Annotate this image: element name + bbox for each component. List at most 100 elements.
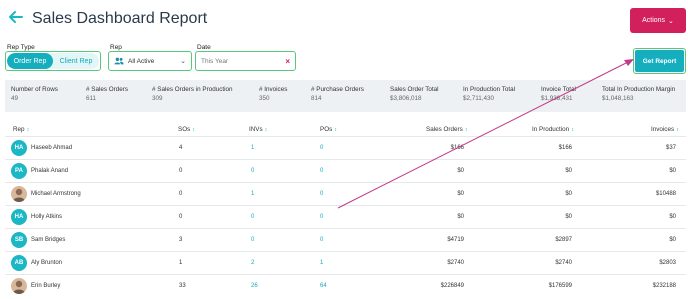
column-header-sos[interactable]: SOs ↕ bbox=[178, 126, 195, 133]
users-icon bbox=[114, 57, 124, 65]
cell-in-production: $0 bbox=[565, 214, 572, 220]
cell-pos[interactable]: 0 bbox=[320, 137, 323, 159]
sort-icon: ↕ bbox=[26, 127, 30, 133]
page-header: Sales Dashboard Report Actions ⌄ bbox=[0, 0, 688, 42]
cell-pos[interactable]: 0 bbox=[320, 160, 323, 182]
rep-name[interactable]: Holly Atkins bbox=[31, 206, 62, 228]
stat-purchase-orders: # Purchase Orders 814 bbox=[311, 86, 364, 102]
cell-pos[interactable]: 1 bbox=[320, 252, 323, 274]
avatar: AB bbox=[11, 255, 27, 271]
avatar bbox=[11, 278, 27, 294]
avatar bbox=[11, 186, 27, 202]
cell-invoices: $0 bbox=[669, 168, 676, 174]
stat-total-in-production-margin: Total In Production Margin $1,048,163 bbox=[602, 86, 676, 102]
column-header-invs[interactable]: INVs ↕ bbox=[249, 126, 267, 133]
table-row[interactable]: HA Holly Atkins 0 0 0 $0 $0 $0 bbox=[5, 205, 686, 227]
rep-select-value: All Active bbox=[128, 57, 155, 65]
back-arrow-icon[interactable] bbox=[8, 9, 24, 25]
sort-icon: ↕ bbox=[464, 127, 468, 133]
cell-invs[interactable]: 1 bbox=[251, 137, 254, 159]
client-rep-option[interactable]: Client Rep bbox=[53, 53, 99, 69]
clear-icon[interactable]: × bbox=[285, 57, 290, 66]
cell-invs[interactable]: 1 bbox=[251, 183, 254, 205]
cell-in-production: $2740 bbox=[555, 260, 572, 266]
order-rep-option[interactable]: Order Rep bbox=[7, 53, 53, 69]
cell-invoices: $232188 bbox=[652, 283, 676, 289]
cell-in-production: $0 bbox=[565, 191, 572, 197]
cell-sos: 1 bbox=[179, 260, 183, 266]
cell-sos: 0 bbox=[179, 191, 183, 197]
cell-invoices: $10488 bbox=[655, 191, 676, 197]
cell-pos[interactable]: 0 bbox=[320, 229, 323, 251]
avatar: SB bbox=[11, 232, 27, 248]
stat-invoice-total: Invoice Total $1,938,431 bbox=[541, 86, 576, 102]
cell-sales-orders: $4719 bbox=[447, 237, 464, 243]
table-row[interactable]: Erin Burley 33 26 64 $226849 $176599 $232188 bbox=[5, 274, 686, 296]
stat-sales-orders: # Sales Orders 611 bbox=[86, 86, 128, 102]
column-header-pos[interactable]: POs ↕ bbox=[320, 126, 337, 133]
stat-sales-orders-in-production: # Sales Orders in Production 309 bbox=[152, 86, 233, 102]
actions-label: Actions bbox=[642, 17, 666, 24]
chevron-down-icon: ⌄ bbox=[180, 58, 186, 65]
cell-invs[interactable]: 26 bbox=[251, 275, 258, 297]
rep-name[interactable]: Erin Burley bbox=[31, 275, 60, 297]
table-row[interactable]: HA Haseeb Ahmad 4 1 0 $166 $166 $37 bbox=[5, 136, 686, 158]
column-header-in-production[interactable]: In Production ↕ bbox=[532, 126, 574, 133]
cell-in-production: $0 bbox=[565, 168, 572, 174]
column-header-invoices[interactable]: Invoices ↕ bbox=[651, 126, 679, 133]
cell-invs[interactable]: 0 bbox=[251, 229, 254, 251]
rep-name[interactable]: Michael Armstrong bbox=[31, 183, 81, 205]
column-header-sales-orders[interactable]: Sales Orders ↕ bbox=[426, 126, 468, 133]
cell-pos[interactable]: 0 bbox=[320, 206, 323, 228]
cell-invs[interactable]: 0 bbox=[251, 206, 254, 228]
date-input[interactable]: This Year × bbox=[195, 51, 296, 71]
chevron-down-icon: ⌄ bbox=[668, 17, 674, 25]
cell-sales-orders: $2740 bbox=[447, 260, 464, 266]
actions-button[interactable]: Actions ⌄ bbox=[630, 8, 686, 33]
table-row[interactable]: AB Aly Brunton 1 2 1 $2740 $2740 $2803 bbox=[5, 251, 686, 273]
cell-in-production: $166 bbox=[558, 145, 572, 151]
cell-sales-orders: $226849 bbox=[440, 283, 464, 289]
cell-pos[interactable]: 0 bbox=[320, 183, 323, 205]
avatar: PA bbox=[11, 163, 27, 179]
cell-sos: 33 bbox=[179, 283, 186, 289]
stat-sales-order-total: Sales Order Total $3,806,018 bbox=[390, 86, 439, 102]
rep-name[interactable]: Aly Brunton bbox=[31, 252, 62, 274]
rep-name[interactable]: Sam Bridges bbox=[31, 229, 65, 251]
cell-sales-orders: $166 bbox=[450, 145, 464, 151]
date-label: Date bbox=[197, 44, 211, 51]
get-report-button[interactable]: Get Report bbox=[635, 50, 684, 72]
avatar: HA bbox=[11, 140, 27, 156]
cell-pos[interactable]: 64 bbox=[320, 275, 327, 297]
table-row[interactable]: Michael Armstrong 0 1 0 $0 $0 $10488 bbox=[5, 182, 686, 204]
page-title: Sales Dashboard Report bbox=[32, 10, 208, 27]
sort-icon: ↕ bbox=[334, 127, 337, 133]
rep-type-label: Rep Type bbox=[7, 44, 35, 51]
cell-sales-orders: $0 bbox=[457, 191, 464, 197]
cell-in-production: $176599 bbox=[548, 283, 572, 289]
rep-select[interactable]: All Active ⌄ bbox=[108, 51, 192, 71]
stat-in-production-total: In Production Total $2,711,430 bbox=[463, 86, 516, 102]
summary-stats: Number of Rows 49 # Sales Orders 611 # Sal… bbox=[5, 80, 686, 112]
cell-sos: 0 bbox=[179, 214, 183, 220]
rep-name[interactable]: Phalak Anand bbox=[31, 160, 68, 182]
stat-number-of-rows: Number of Rows 49 bbox=[11, 86, 58, 102]
cell-invoices: $0 bbox=[669, 214, 676, 220]
cell-invs[interactable]: 0 bbox=[251, 160, 254, 182]
column-header-rep[interactable]: Rep ↕ bbox=[13, 126, 29, 133]
cell-invoices: $0 bbox=[669, 237, 676, 243]
cell-invoices: $2803 bbox=[659, 260, 676, 266]
cell-sos: 3 bbox=[179, 237, 183, 243]
cell-sos: 4 bbox=[179, 145, 183, 151]
date-input-value: This Year bbox=[201, 57, 229, 65]
cell-invs[interactable]: 2 bbox=[251, 252, 254, 274]
sort-icon: ↕ bbox=[571, 127, 574, 133]
rep-label: Rep bbox=[110, 44, 122, 51]
rep-name[interactable]: Haseeb Ahmad bbox=[31, 137, 72, 159]
table-row[interactable]: PA Phalak Anand 0 0 0 $0 $0 $0 bbox=[5, 159, 686, 181]
sort-icon: ↕ bbox=[192, 127, 195, 133]
cell-in-production: $2897 bbox=[555, 237, 572, 243]
cell-sales-orders: $0 bbox=[457, 168, 464, 174]
table-row[interactable]: SB Sam Bridges 3 0 0 $4719 $2897 $0 bbox=[5, 228, 686, 250]
get-report-highlight: Get Report bbox=[633, 48, 686, 74]
